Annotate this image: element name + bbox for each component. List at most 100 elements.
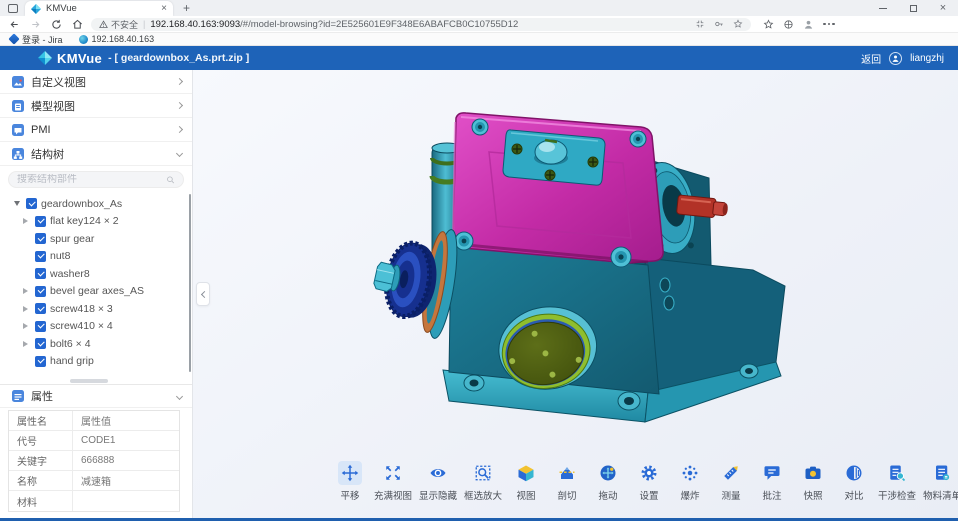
forward-button[interactable]	[30, 19, 41, 30]
collapse-sidebar-button[interactable]	[196, 282, 210, 306]
panel-properties[interactable]: 属性	[0, 384, 192, 408]
tree-horizontal-scrollbar[interactable]	[0, 378, 192, 384]
new-tab-button[interactable]: +	[183, 1, 190, 15]
expander-icon[interactable]	[14, 201, 20, 206]
tree-item[interactable]: bevel gear axes_AS	[0, 283, 192, 301]
viewer-toolbar: 平移 充满视图 显示隐藏 框选放大 视图 剖切	[333, 461, 958, 502]
chevron-left-icon	[200, 290, 207, 297]
toolbar-interference-check[interactable]: 干涉检查	[878, 461, 916, 502]
bookmark-jira[interactable]: 登录 - Jira	[10, 33, 63, 46]
url-field[interactable]: 不安全 | 192.168.40.163:9093/#/model-browsi…	[91, 18, 751, 31]
expander-icon[interactable]	[23, 341, 28, 347]
gearbox-3d-model[interactable]	[193, 70, 958, 518]
checkbox[interactable]	[35, 268, 46, 279]
panel-structure-tree[interactable]: 结构树	[0, 142, 192, 166]
expander-icon[interactable]	[23, 323, 28, 329]
refresh-button[interactable]	[51, 19, 62, 30]
checkbox[interactable]	[26, 198, 37, 209]
tree-vertical-scrollbar[interactable]	[189, 194, 191, 372]
panel-custom-views[interactable]: 自定义视图	[0, 70, 192, 94]
globe-icon	[79, 35, 88, 44]
checkbox[interactable]	[35, 251, 46, 262]
back-link[interactable]: 返回	[861, 51, 881, 66]
tree-item[interactable]: spur gear	[0, 230, 192, 248]
back-button[interactable]	[9, 19, 20, 30]
toolbar-measure[interactable]: 测量	[714, 461, 748, 502]
minimize-icon	[879, 8, 887, 9]
username: liangzhj	[910, 53, 944, 64]
bookmarks-bar: 登录 - Jira 192.168.40.163	[0, 33, 958, 46]
toolbar-show-hide[interactable]: 显示隐藏	[419, 461, 457, 502]
user-avatar[interactable]	[889, 52, 902, 65]
measure-icon	[722, 464, 740, 482]
panel-pmi[interactable]: PMI	[0, 118, 192, 142]
app-logo: KMVue	[38, 51, 102, 66]
toolbar-settings[interactable]: 设置	[632, 461, 666, 502]
tree-item[interactable]: screw418 × 3	[0, 300, 192, 318]
browser-menu-icon[interactable]	[823, 23, 835, 26]
table-row: 材料	[9, 491, 179, 511]
minimize-button[interactable]	[868, 0, 898, 16]
browser-tab[interactable]: KMVue ×	[25, 1, 173, 16]
favorite-star-icon[interactable]	[733, 19, 743, 29]
search-input[interactable]	[17, 174, 166, 185]
toolbar-drag[interactable]: 拖动	[591, 461, 625, 502]
home-button[interactable]	[72, 19, 83, 30]
tree-item[interactable]: hand grip	[0, 353, 192, 371]
maximize-button[interactable]	[898, 0, 928, 16]
kmvue-favicon	[31, 4, 41, 14]
tree-item[interactable]: bolt6 × 4	[0, 335, 192, 353]
favorites-bar-icon[interactable]	[763, 19, 774, 30]
tree-item[interactable]: screw410 × 4	[0, 318, 192, 336]
model-views-icon	[12, 100, 24, 112]
toolbar-fit-view[interactable]: 充满视图	[374, 461, 412, 502]
fullscreen-exit-icon[interactable]	[695, 19, 705, 29]
tab-close-icon[interactable]: ×	[161, 4, 167, 14]
expander-icon[interactable]	[23, 288, 28, 294]
toolbar-annotate[interactable]: 批注	[755, 461, 789, 502]
toolbar-snapshot[interactable]: 快照	[796, 461, 830, 502]
checkbox[interactable]	[35, 303, 46, 314]
checkbox[interactable]	[35, 321, 46, 332]
table-row: 代号CODE1	[9, 431, 179, 451]
snapshot-icon	[804, 464, 822, 482]
close-button[interactable]: ×	[928, 0, 958, 16]
toolbar-section[interactable]: 剖切	[550, 461, 584, 502]
table-row: 名称减速箱	[9, 471, 179, 491]
app-logo-text: KMVue	[57, 51, 102, 66]
panel-model-views[interactable]: 模型视图	[0, 94, 192, 118]
checkbox[interactable]	[35, 338, 46, 349]
chevron-down-icon	[176, 392, 183, 399]
bookmark-ip[interactable]: 192.168.40.163	[79, 34, 155, 44]
toolbar-compare[interactable]: 对比	[837, 461, 871, 502]
profile-icon[interactable]	[803, 19, 814, 30]
workspaces-icon[interactable]	[8, 4, 18, 13]
toolbar-pan[interactable]: 平移	[333, 461, 367, 502]
collections-icon[interactable]	[783, 19, 794, 30]
checkbox[interactable]	[35, 233, 46, 244]
model-viewport[interactable]: 平移 充满视图 显示隐藏 框选放大 视图 剖切	[193, 70, 958, 518]
tree-item[interactable]: flat key124 × 2	[0, 213, 192, 231]
toolbar-box-zoom[interactable]: 框选放大	[464, 461, 502, 502]
input-gear-assembly	[373, 228, 463, 340]
tree-item[interactable]: geardownbox_As	[0, 195, 192, 213]
toolbar-bom[interactable]: 物料清单	[923, 461, 958, 502]
pan-icon	[341, 464, 359, 482]
sidebar: 自定义视图 模型视图 PMI 结构树 geardownbox_As fla	[0, 70, 193, 518]
browser-tab-strip: KMVue × + ×	[0, 0, 958, 16]
expander-icon[interactable]	[23, 306, 28, 312]
checkbox[interactable]	[35, 216, 46, 227]
bom-icon	[933, 464, 951, 482]
app-header: KMVue - [ geardownbox_As.prt.zip ] 返回 li…	[0, 46, 958, 70]
toolbar-explode[interactable]: 爆炸	[673, 461, 707, 502]
expander-icon[interactable]	[23, 218, 28, 224]
structure-search	[8, 171, 184, 188]
compare-icon	[845, 464, 863, 482]
password-key-icon[interactable]	[714, 19, 724, 29]
tree-item[interactable]: washer8	[0, 265, 192, 283]
toolbar-views[interactable]: 视图	[509, 461, 543, 502]
checkbox[interactable]	[35, 286, 46, 297]
checkbox[interactable]	[35, 356, 46, 367]
tree-item[interactable]: nut8	[0, 248, 192, 266]
browser-window: KMVue × + × 不安全 | 192.168.40.163:9093/#/…	[0, 0, 958, 521]
